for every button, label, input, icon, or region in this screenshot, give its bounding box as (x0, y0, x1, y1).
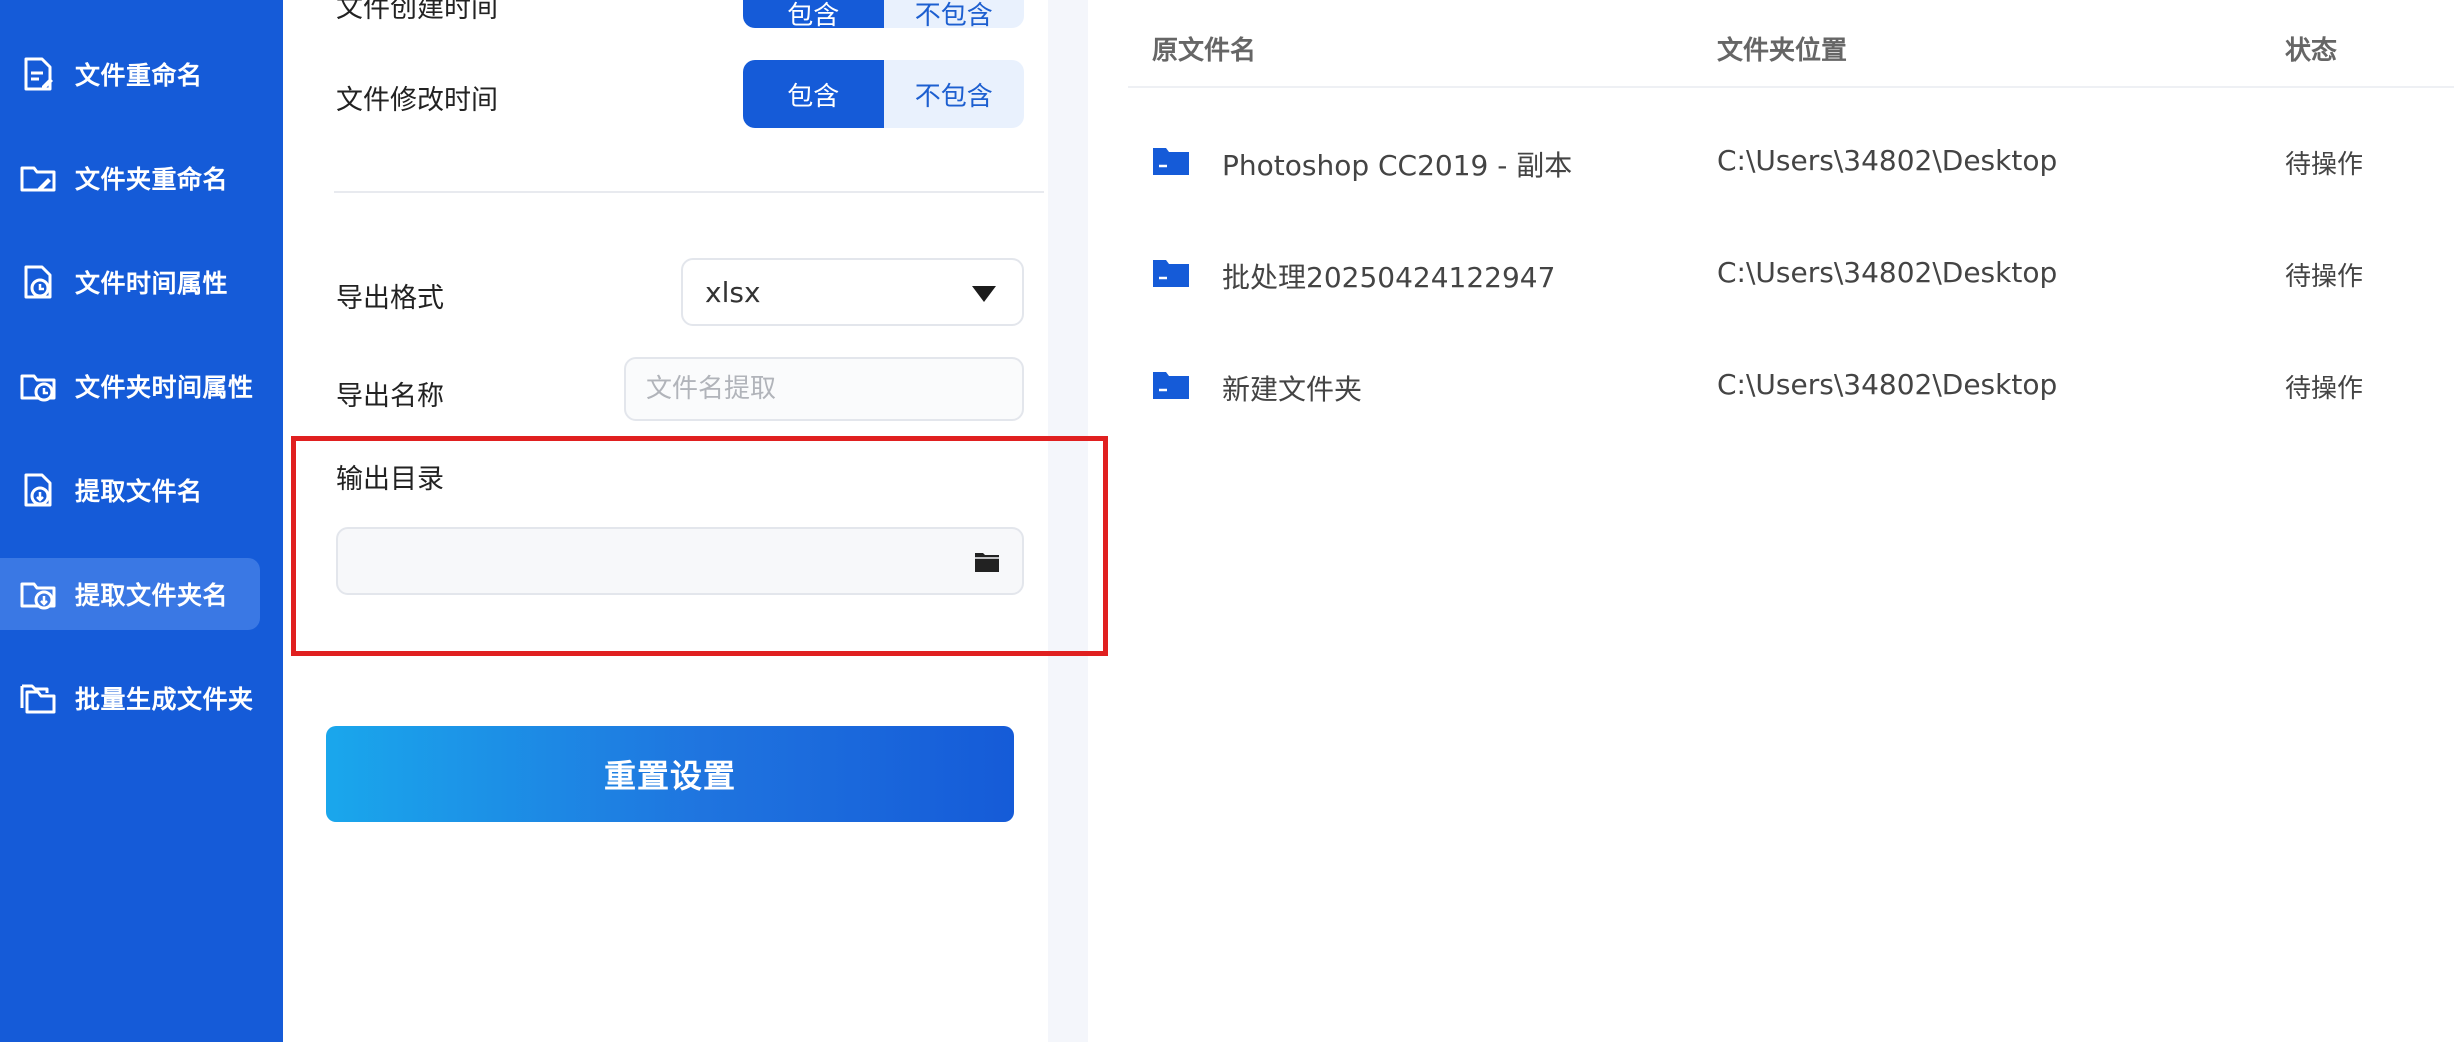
table-row[interactable]: 批处理20250424122947 C:\Users\34802\Desktop… (1128, 232, 2454, 312)
sidebar-item-batch-folder[interactable]: 批量生成文件夹 (0, 662, 260, 734)
sidebar-item-label: 文件夹重命名 (75, 165, 229, 194)
column-header-status[interactable]: 状态 (2285, 30, 2337, 67)
file-rename-icon (24, 57, 53, 91)
export-format-label: 导出格式 (336, 283, 444, 314)
table-row[interactable]: 新建文件夹 C:\Users\34802\Desktop 待操作 (1128, 344, 2454, 424)
column-header-name[interactable]: 原文件名 (1152, 30, 1256, 67)
file-time-icon (24, 265, 52, 299)
export-name-input[interactable] (624, 357, 1024, 421)
folder-icon (1153, 148, 1189, 175)
sidebar-item-label: 文件重命名 (75, 61, 203, 90)
file-location-cell: C:\Users\34802\Desktop (1717, 256, 2058, 289)
modify-time-toggle: 包含 不包含 (743, 60, 1024, 128)
batch-folder-icon (20, 684, 56, 714)
highlight-annotation-box (291, 436, 1108, 656)
export-format-value: xlsx (705, 275, 761, 309)
sidebar-item-folder-rename[interactable]: 文件夹重命名 (0, 142, 260, 214)
file-location-cell: C:\Users\34802\Desktop (1717, 144, 2058, 177)
sidebar-item-file-rename[interactable]: 文件重命名 (0, 38, 260, 110)
file-location-cell: C:\Users\34802\Desktop (1717, 368, 2058, 401)
table-header-divider (1128, 86, 2454, 88)
file-name-cell: 批处理20250424122947 (1222, 261, 1556, 294)
table-row[interactable]: Photoshop CC2019 - 副本 C:\Users\34802\Des… (1128, 120, 2454, 200)
export-format-select[interactable]: xlsx (681, 258, 1024, 326)
folder-icon (1153, 372, 1189, 399)
sidebar-item-label: 批量生成文件夹 (75, 685, 254, 714)
file-name-cell: Photoshop CC2019 - 副本 (1222, 149, 1573, 182)
create-time-toggle: 包含 不包含 (743, 0, 1024, 28)
sidebar: 文件重命名 文件夹重命名 文件时间属性 文件夹时间属性 提取文件名 提取文件夹名… (0, 0, 283, 1042)
sidebar-item-label: 文件夹时间属性 (75, 373, 254, 402)
sidebar-item-extract-filename[interactable]: 提取文件名 (0, 454, 260, 526)
create-time-exclude-option[interactable]: 不包含 (883, 0, 1024, 28)
column-header-location[interactable]: 文件夹位置 (1717, 30, 1847, 67)
sidebar-item-label: 文件时间属性 (75, 269, 229, 298)
sidebar-item-label: 提取文件名 (75, 477, 203, 506)
file-status-cell: 待操作 (2285, 262, 2364, 292)
sidebar-item-extract-foldername[interactable]: 提取文件夹名 (0, 558, 260, 630)
extract-folder-icon (20, 582, 56, 610)
file-name-cell: 新建文件夹 (1222, 373, 1363, 406)
sidebar-item-file-time[interactable]: 文件时间属性 (0, 246, 260, 318)
sidebar-item-label: 提取文件夹名 (75, 581, 229, 610)
section-divider (334, 191, 1044, 193)
dropdown-arrow-icon (972, 286, 996, 302)
folder-rename-icon (20, 166, 56, 192)
file-status-cell: 待操作 (2285, 150, 2364, 180)
modify-time-include-option[interactable]: 包含 (743, 60, 884, 128)
sidebar-item-folder-time[interactable]: 文件夹时间属性 (0, 350, 260, 422)
folder-time-icon (20, 374, 56, 402)
file-status-cell: 待操作 (2285, 374, 2364, 404)
reset-settings-button[interactable]: 重置设置 (326, 726, 1014, 822)
modify-time-exclude-option[interactable]: 不包含 (883, 60, 1024, 128)
modify-time-label: 文件修改时间 (336, 85, 498, 116)
create-time-include-option[interactable]: 包含 (743, 0, 884, 28)
create-time-label: 文件创建时间 (336, 0, 498, 24)
export-name-label: 导出名称 (336, 381, 444, 412)
folder-icon (1153, 260, 1189, 287)
extract-file-icon (24, 473, 52, 507)
